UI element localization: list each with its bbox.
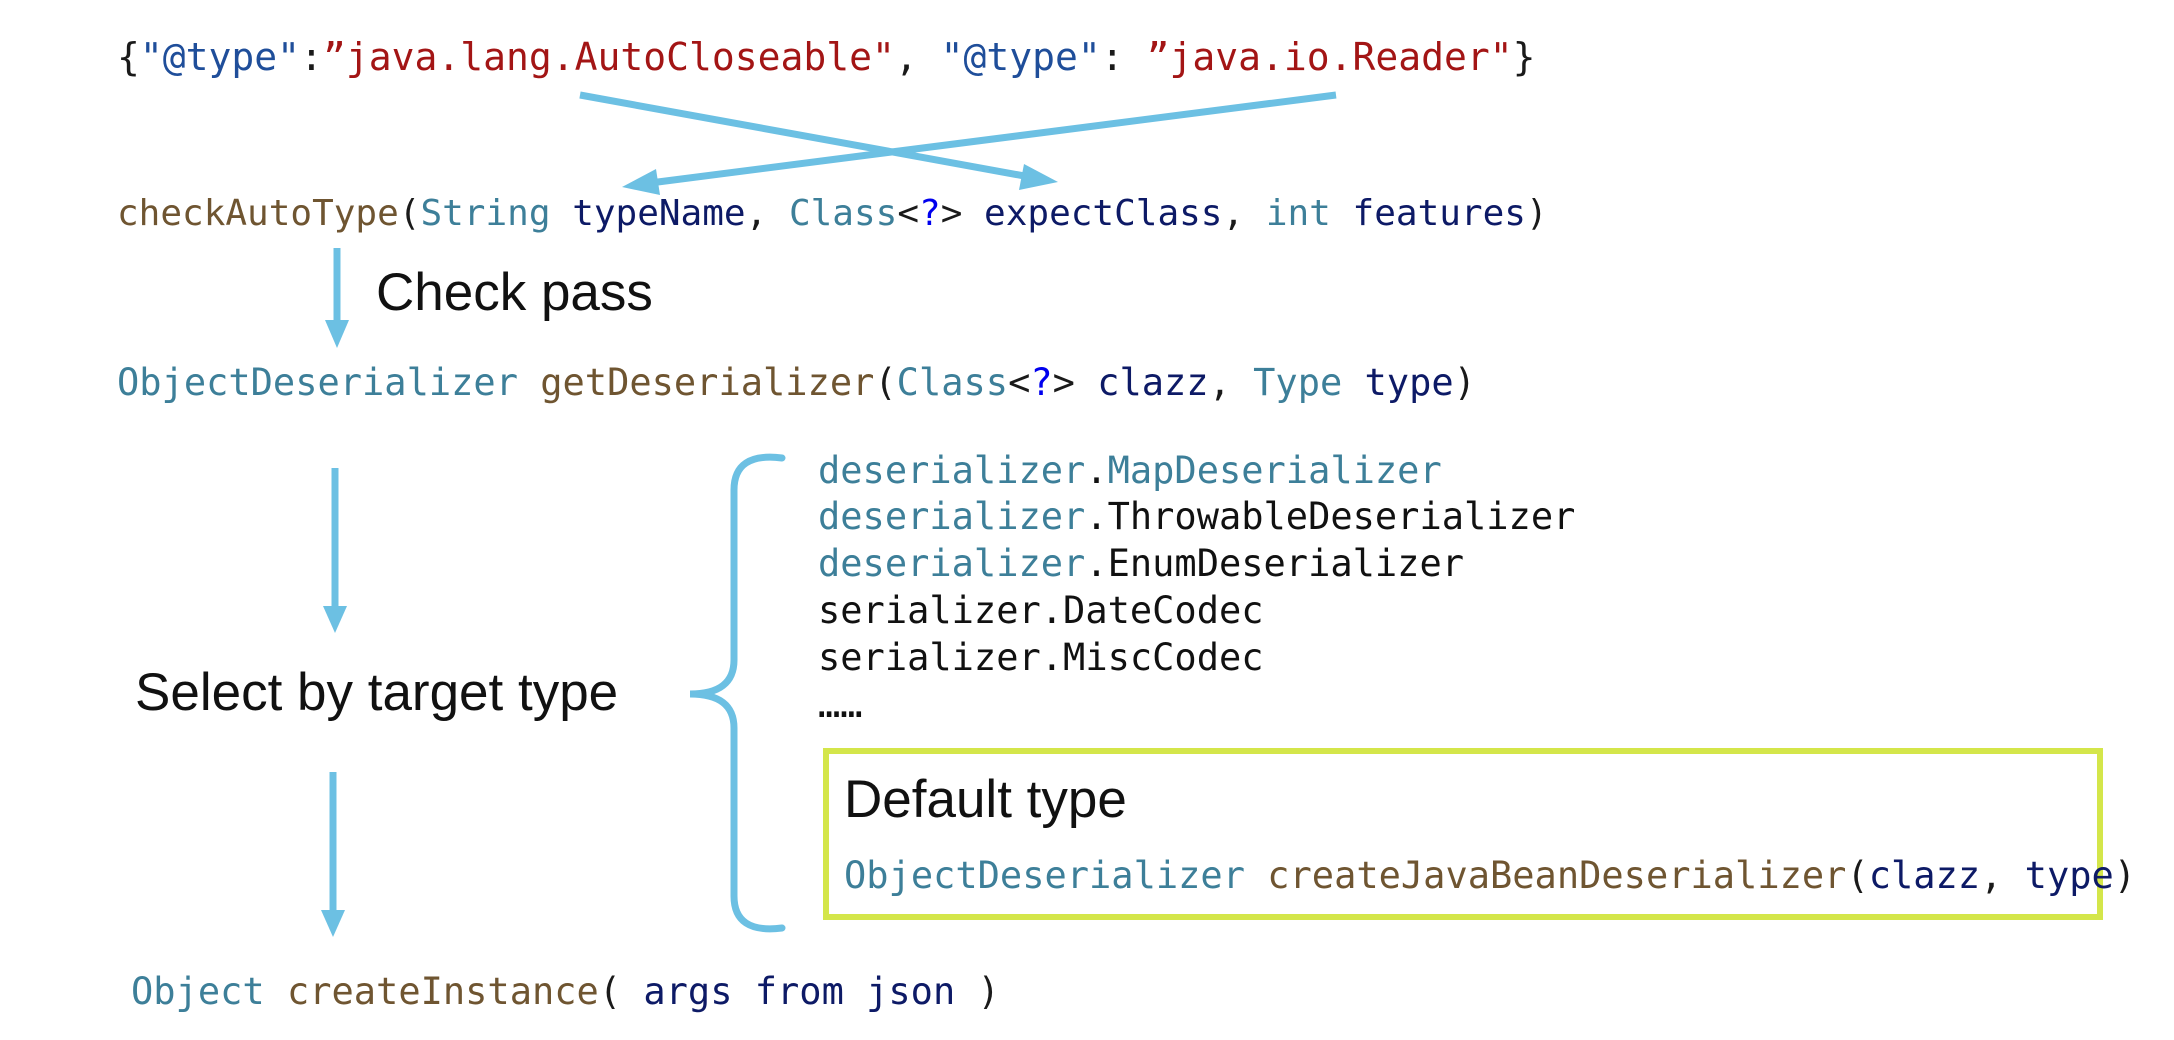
generic-wildcard: ? — [919, 193, 941, 234]
arrow-down-to-select — [323, 468, 347, 633]
paren-close: ) — [2113, 854, 2137, 897]
deserializer-item: serializer.DateCodec — [818, 592, 1264, 629]
param-features: features — [1352, 193, 1526, 234]
deserializer-class-name: ThrowableDeserializer — [1107, 495, 1576, 538]
get-deserializer-signature: ObjectDeserializer getDeserializer(Class… — [117, 364, 1476, 401]
generic-wildcard: ? — [1030, 361, 1053, 404]
type-int: int — [1265, 193, 1331, 234]
type-class: Class — [896, 361, 1009, 404]
paren-close: ) — [955, 970, 1000, 1013]
deserializer-package: deserializer — [818, 495, 1086, 538]
paren-close: ) — [1525, 193, 1548, 234]
fn-get-deserializer: getDeserializer — [540, 361, 875, 404]
create-javabean-deserializer-call: ObjectDeserializer createJavaBeanDeseria… — [844, 857, 2136, 894]
package-dot: . — [1085, 495, 1108, 538]
type-type: Type — [1253, 361, 1343, 404]
json-value-autocloseable: ”java.lang.AutoCloseable" — [322, 35, 895, 79]
deserializer-class-name: MapDeserializer — [1107, 449, 1442, 492]
package-dot: . — [1085, 542, 1108, 585]
deserializer-ellipsis: …… — [818, 686, 863, 723]
curly-brace — [689, 453, 786, 933]
json-colon-1: : — [300, 35, 323, 79]
param-typename: typeName — [572, 193, 746, 234]
paren-close: ) — [1453, 361, 1476, 404]
args-from-json: args from json — [643, 970, 956, 1013]
check-autotype-signature: checkAutoType(String typeName, Class<?> … — [117, 196, 1548, 232]
check-pass-label: Check pass — [376, 263, 653, 322]
comma: , — [745, 193, 789, 234]
type-object: Object — [131, 970, 265, 1013]
param-expectclass: expectClass — [984, 193, 1223, 234]
deserializer-item: deserializer.EnumDeserializer — [818, 545, 1464, 582]
package-dot: . — [1085, 449, 1108, 492]
deserializer-package: deserializer — [818, 542, 1086, 585]
comma: , — [1208, 361, 1254, 404]
param-clazz: clazz — [1097, 361, 1209, 404]
cross-arrow-typename — [622, 91, 1337, 195]
deserializer-item: deserializer.MapDeserializer — [818, 452, 1442, 489]
json-key-1: "@type" — [139, 35, 301, 79]
package-dot: . — [1040, 636, 1064, 679]
generic-open: < — [1008, 361, 1031, 404]
default-type-label: Default type — [844, 770, 1127, 829]
arrow-down-check-pass — [325, 248, 349, 348]
paren-open: ( — [398, 193, 421, 234]
deserializer-item: deserializer.ThrowableDeserializer — [818, 498, 1575, 535]
json-separator: , — [894, 35, 941, 79]
paren-open: ( — [1846, 854, 1869, 897]
ellipsis-text: …… — [818, 683, 863, 726]
param-clazz: clazz — [1868, 854, 1981, 897]
paren-open: ( — [874, 361, 897, 404]
fn-create-instance: createInstance — [286, 970, 599, 1013]
deserializer-class-name: EnumDeserializer — [1107, 542, 1465, 585]
json-payload-line: {"@type":”java.lang.AutoCloseable", "@ty… — [117, 38, 1536, 76]
type-objectdeserializer: ObjectDeserializer — [117, 361, 518, 404]
deserializer-item: serializer.MiscCodec — [818, 639, 1264, 676]
generic-open: < — [897, 193, 919, 234]
create-instance-signature: Object createInstance( args from json ) — [131, 973, 1000, 1010]
json-brace-open: { — [117, 35, 140, 79]
package-dot: . — [1040, 589, 1064, 632]
param-type: type — [1364, 361, 1454, 404]
generic-close: > — [1052, 361, 1098, 404]
deserializer-class-name: MiscCodec — [1063, 636, 1264, 679]
fn-create-javabean-deserializer: createJavaBeanDeserializer — [1267, 854, 1847, 897]
comma: , — [1980, 854, 2025, 897]
select-by-target-type-label: Select by target type — [135, 663, 619, 722]
generic-close: > — [940, 193, 985, 234]
deserializer-package: serializer — [818, 589, 1041, 632]
type-string: String — [420, 193, 551, 234]
json-key-2: "@type" — [940, 35, 1101, 79]
deserializer-package: serializer — [818, 636, 1041, 679]
json-colon-2: : — [1100, 35, 1147, 79]
json-brace-close: } — [1512, 35, 1536, 79]
deserializer-class-name: DateCodec — [1063, 589, 1264, 632]
arrow-down-to-create — [321, 772, 345, 937]
type-objectdeserializer: ObjectDeserializer — [844, 854, 1245, 897]
comma: , — [1222, 193, 1266, 234]
fn-check-autotype: checkAutoType — [117, 193, 399, 234]
type-class: Class — [788, 193, 898, 234]
deserializer-package: deserializer — [818, 449, 1086, 492]
json-value-reader: ”java.io.Reader" — [1146, 35, 1513, 79]
param-type: type — [2024, 854, 2114, 897]
paren-open: ( — [598, 970, 644, 1013]
